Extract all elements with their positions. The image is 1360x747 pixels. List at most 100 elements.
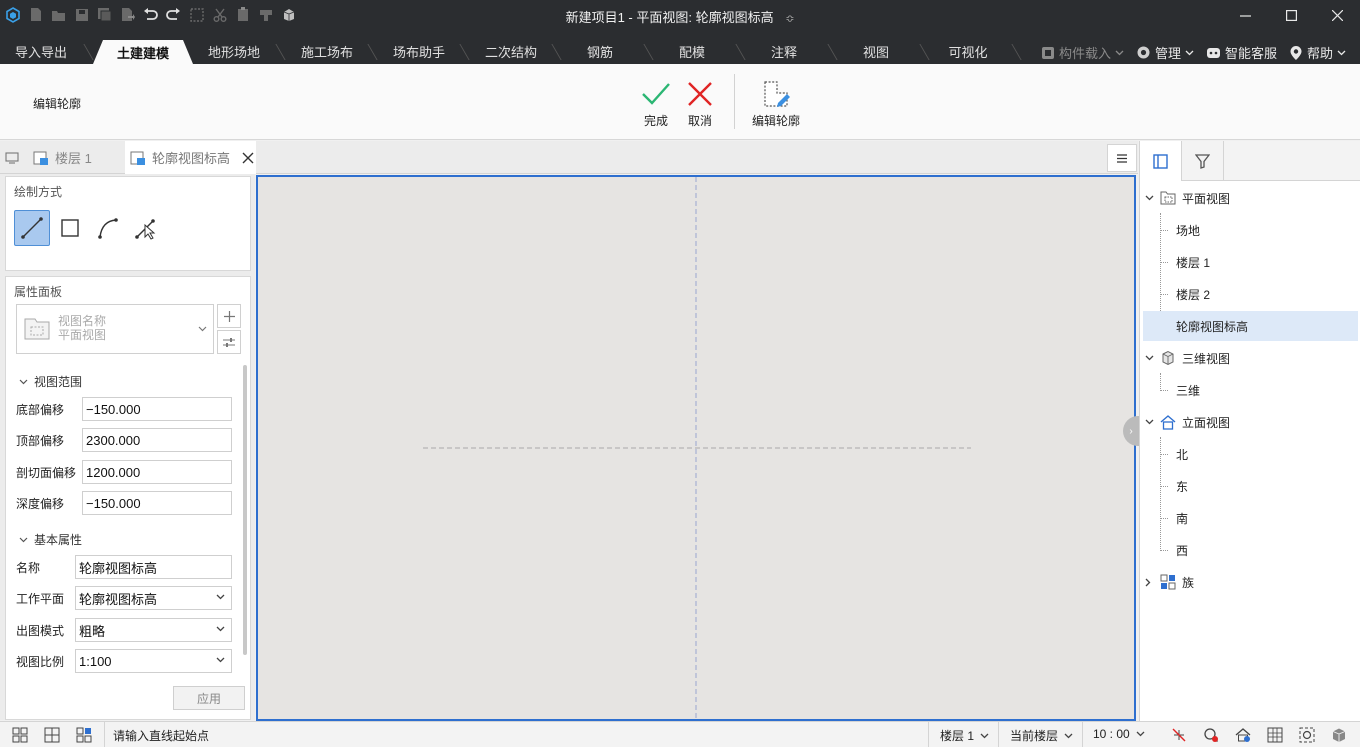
app-logo-icon[interactable] [4,6,21,23]
cut-icon[interactable] [211,6,228,23]
property-panel: 属性面板 视图名称 平面视图 视图范围 底部偏移 −150.000 顶部偏移 2… [5,276,251,720]
add-view-type-button[interactable] [217,304,241,328]
name-input[interactable]: 轮廓视图标高 [75,555,232,579]
zoom-fit-icon[interactable] [1298,726,1316,744]
chevron-down-icon [1136,731,1145,737]
help-button[interactable]: 帮助 [1289,43,1346,62]
tab-terrain-site[interactable]: 地形场地 [196,39,272,64]
export-icon[interactable] [119,6,136,23]
format-painter-icon[interactable] [257,6,274,23]
cancel-button[interactable]: 取消 [684,78,716,129]
redo-icon[interactable] [165,6,182,23]
house-view-icon[interactable] [1234,726,1252,744]
view-type-selector[interactable]: 视图名称 平面视图 [16,304,214,354]
depth-offset-input[interactable]: −150.000 [82,491,232,515]
doc-tab-outline-view[interactable]: 轮廓视图标高 [125,141,256,174]
drawing-canvas[interactable] [256,175,1136,721]
select-box-icon[interactable] [188,6,205,23]
tree-item-site[interactable]: 场地 [1176,215,1356,245]
undo-icon[interactable] [142,6,159,23]
apply-button[interactable]: 应用 [173,686,245,710]
tree-item-label: 东 [1176,479,1189,494]
workplane-value: 轮廓视图标高 [79,591,158,607]
tree-node-label: 平面视图 [1182,191,1231,206]
top-offset-input[interactable]: 2300.000 [82,428,232,452]
tree-node-3d-views[interactable]: 三维视图 [1145,343,1355,373]
smart-support-button[interactable]: 智能客服 [1206,43,1277,62]
bottom-offset-input[interactable]: −150.000 [82,397,232,421]
view-type-value: 平面视图 [58,328,107,342]
tree-node-plan-views[interactable]: 平面视图 [1145,183,1355,213]
output-mode-select[interactable]: 粗略 [75,618,232,642]
doc-tab-floor-1[interactable]: 楼层 1 [33,141,123,174]
property-scrollbar[interactable] [243,365,247,655]
layout-cascade-icon[interactable] [75,726,93,744]
tab-list-button[interactable] [5,141,27,174]
view-cube-icon[interactable] [280,6,297,23]
close-window-button[interactable] [1314,0,1360,30]
tab-layout-assistant[interactable]: 场布助手 [381,39,457,64]
section-view-range[interactable]: 视图范围 [19,373,82,390]
save-icon[interactable] [73,6,90,23]
tab-visualization[interactable]: 可视化 [933,39,1003,64]
layout-tile-icon[interactable] [43,726,61,744]
search-off-icon[interactable] [1202,726,1220,744]
new-file-icon[interactable] [27,6,44,23]
tree-item-3d[interactable]: 三维 [1176,375,1356,405]
tab-view[interactable]: 视图 [841,39,911,64]
floor-selector[interactable]: 楼层 1 [940,727,989,744]
finish-button[interactable]: 完成 [640,78,672,129]
tree-item-outline-view-selected[interactable]: 轮廓视图标高 [1143,311,1358,341]
tab-secondary-structure[interactable]: 二次结构 [473,39,549,64]
tree-item-floor-1[interactable]: 楼层 1 [1176,247,1356,277]
tree-guide [1160,518,1168,519]
component-load-label: 构件载入 [1058,46,1111,61]
chevron-down-icon [19,537,28,542]
chevron-down-icon [1145,419,1154,425]
time-display[interactable]: 10 : 00 [1093,727,1145,741]
browser-tab-tree[interactable] [1140,141,1182,181]
tree-item-label: 西 [1176,543,1189,558]
arc-tool-button[interactable] [90,210,126,246]
paste-icon[interactable] [234,6,251,23]
tab-annotation[interactable]: 注释 [749,39,819,64]
minimize-button[interactable] [1222,0,1268,30]
layer-mode-selector[interactable]: 当前楼层 [1010,727,1073,744]
pick-line-tool-button[interactable] [128,210,164,246]
tree-item-south[interactable]: 南 [1176,503,1356,533]
scale-select[interactable]: 1:100 [75,649,232,673]
tree-item-floor-2[interactable]: 楼层 2 [1176,279,1356,309]
output-mode-label: 出图模式 [16,623,65,638]
line-tool-button[interactable] [14,210,50,246]
edit-outline-button[interactable]: 编辑轮廓 [752,78,800,129]
tab-formwork[interactable]: 配模 [657,39,727,64]
grid-snap-icon[interactable] [1266,726,1284,744]
layout-grid-icon[interactable] [11,726,29,744]
save-as-icon[interactable] [96,6,113,23]
component-load-button[interactable]: 构件载入 [1041,43,1124,62]
tab-rebar[interactable]: 钢筋 [565,39,635,64]
tree-node-families[interactable]: 族 [1145,567,1355,597]
tree-item-north[interactable]: 北 [1176,439,1356,469]
tree-guide [1160,373,1161,391]
tree-node-elevation-views[interactable]: 立面视图 [1145,407,1355,437]
tab-construction-layout[interactable]: 施工场布 [289,39,365,64]
rectangle-tool-button[interactable] [52,210,88,246]
close-tab-icon[interactable] [242,152,254,164]
maximize-button[interactable] [1268,0,1314,30]
cut-offset-input[interactable]: 1200.000 [82,460,232,484]
tab-civil-modeling[interactable]: 土建建模 [93,40,193,64]
section-basic-props[interactable]: 基本属性 [19,531,82,548]
browser-tab-filter[interactable] [1182,141,1224,181]
edit-view-type-button[interactable] [217,330,241,354]
view-menu-button[interactable] [1107,144,1137,172]
tree-item-west[interactable]: 西 [1176,535,1356,565]
workplane-select[interactable]: 轮廓视图标高 [75,586,232,610]
snap-off-icon[interactable] [1170,726,1188,744]
tree-item-label: 楼层 1 [1176,255,1211,270]
3d-cube-icon[interactable] [1330,726,1348,744]
tab-import-export[interactable]: 导入导出 [3,39,79,64]
open-folder-icon[interactable] [50,6,67,23]
manage-button[interactable]: 管理 [1136,43,1194,62]
tree-item-east[interactable]: 东 [1176,471,1356,501]
